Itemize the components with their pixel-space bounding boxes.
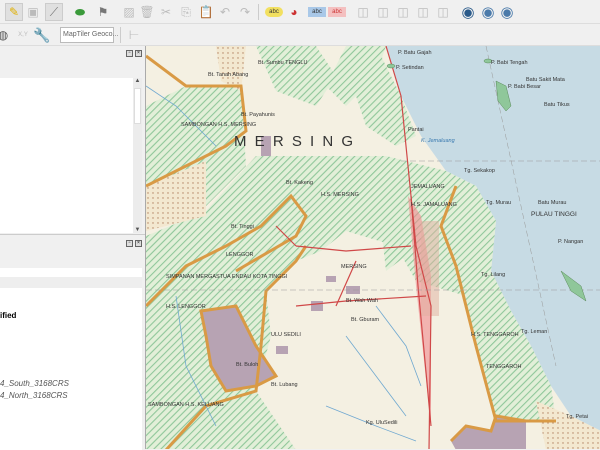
map-label: Bt. Buloh bbox=[236, 362, 258, 368]
browser-tree[interactable] bbox=[0, 78, 133, 233]
separator bbox=[120, 27, 121, 43]
label-tool-3-icon[interactable]: ◫ bbox=[394, 3, 412, 21]
map-label: H.S. LENGGOR bbox=[166, 304, 206, 310]
paste-icon[interactable]: 📋 bbox=[197, 3, 215, 21]
label-abc-icon[interactable]: abc bbox=[265, 7, 283, 17]
map-label: JEMALUANG bbox=[411, 184, 445, 190]
pan-tool-icon[interactable]: ⊢ bbox=[125, 26, 143, 44]
map-label: SAMBONGAN H.S. KELUANG bbox=[148, 402, 224, 408]
digitize-line-icon[interactable]: ⟋ bbox=[45, 3, 63, 21]
map-label: ULU SEDILI bbox=[271, 332, 301, 338]
map-label: Tg. Leman bbox=[521, 329, 547, 335]
geocoder-search-input[interactable]: MapTiler Geoco... bbox=[60, 27, 118, 43]
wrench-icon[interactable]: 🔧 bbox=[33, 26, 51, 44]
map-label: Bt. Lubang bbox=[271, 382, 298, 388]
map-label: Bt. Payahunis bbox=[241, 112, 275, 118]
map-label: P. Setindan bbox=[396, 65, 424, 71]
map-label: Bt. Wah Wah bbox=[346, 298, 378, 304]
globe-add-icon[interactable]: ◉ bbox=[479, 3, 497, 21]
close-panel-button[interactable]: × bbox=[135, 240, 142, 247]
map-label: Tg. Murau bbox=[486, 200, 511, 206]
map-label: Tg. Lilang bbox=[481, 272, 505, 278]
browser-scrollbar[interactable]: ▲ ▼ bbox=[133, 78, 142, 233]
layer-item[interactable]: 4_South_3168CRS bbox=[0, 379, 69, 388]
map-label: P. Babi Tengah bbox=[491, 60, 528, 66]
map-label: Bt. Gburam bbox=[351, 317, 380, 323]
map-label: M E R S I N G bbox=[234, 133, 355, 150]
redo-icon[interactable]: ↷ bbox=[236, 3, 254, 21]
map-canvas[interactable]: M E R S I N G Bt. Sumbu TENGLU Bt. Tanah… bbox=[145, 46, 600, 449]
separator bbox=[258, 4, 259, 20]
float-panel-button[interactable]: ▫ bbox=[126, 240, 133, 247]
cut-icon[interactable]: ✂ bbox=[157, 3, 175, 21]
layers-header-row bbox=[0, 277, 142, 288]
label-tool-4-icon[interactable]: ◫ bbox=[414, 3, 432, 21]
label-tool-5-icon[interactable]: ◫ bbox=[434, 3, 452, 21]
undo-icon[interactable]: ↶ bbox=[216, 3, 234, 21]
map-label: Bt. Tinggi bbox=[231, 224, 254, 230]
map-label: K. Jemaluang bbox=[421, 138, 456, 144]
globe-download-icon[interactable]: ◉ bbox=[498, 3, 516, 21]
map-label: SIMPANAN MERGASTUA ENDAU KOTA TINGGI bbox=[166, 274, 288, 280]
layers-tree[interactable]: ified 4_South_3168CRS 4_North_3168CRS bbox=[0, 268, 142, 450]
scroll-thumb[interactable] bbox=[134, 88, 141, 124]
map-label: H.S. JAMALUANG bbox=[411, 202, 457, 208]
map-label: P. Babi Besar bbox=[508, 84, 541, 90]
map-label: H.S. TENGGAROH bbox=[471, 332, 519, 338]
map-label: Batu Sakit Mata bbox=[526, 77, 566, 83]
pencil-edit-icon[interactable]: ✎ bbox=[5, 3, 23, 21]
topographic-map: M E R S I N G Bt. Sumbu TENGLU Bt. Tanah… bbox=[146, 46, 600, 449]
label-tool-1-icon[interactable]: ◫ bbox=[354, 3, 372, 21]
map-label: Bt. Kakeng bbox=[286, 180, 313, 186]
scroll-up-arrow[interactable]: ▲ bbox=[133, 78, 142, 84]
globe-binoculars-icon[interactable]: ◉ bbox=[459, 3, 477, 21]
map-label: PULAU TINGGI bbox=[531, 211, 577, 218]
map-label: Pantai bbox=[408, 127, 424, 133]
map-label: Bt. Tanah Abang bbox=[208, 72, 248, 78]
copy-icon[interactable]: ⎘ bbox=[177, 3, 195, 21]
plugins-toolbar: ◍ X,Y 🔧 MapTiler Geoco... ⊢ bbox=[0, 24, 600, 46]
label-tool-2-icon[interactable]: ◫ bbox=[374, 3, 392, 21]
diagram-icon[interactable]: ◕ bbox=[285, 3, 303, 21]
map-label: SAMBONGAN H.S. MERSING bbox=[181, 122, 256, 128]
float-panel-button[interactable]: ▫ bbox=[126, 50, 133, 57]
map-label: Tg. Sekakop bbox=[464, 168, 495, 174]
save-edits-icon[interactable]: ▣ bbox=[24, 3, 42, 21]
layer-item[interactable]: 4_North_3168CRS bbox=[0, 391, 68, 400]
map-label: Tg. Petai bbox=[566, 414, 588, 420]
scroll-down-arrow[interactable]: ▼ bbox=[133, 227, 142, 233]
map-label: Kg. UluSedili bbox=[366, 420, 398, 426]
digitizing-toolbar: ✎ ▣ ⟋ ⬬ ⚑ ▨ 🗑 ✂ ⎘ 📋 ↶ ↷ abc ◕ abc abc ◫ … bbox=[0, 0, 600, 24]
browser-panel: ▫ × ▲ ▼ bbox=[0, 46, 145, 234]
map-label: P. Nangan bbox=[558, 239, 583, 245]
xy-coordinate-icon[interactable]: X,Y bbox=[14, 26, 32, 44]
hide-label-icon[interactable]: abc bbox=[328, 7, 346, 17]
layers-panel: ▫ × ified 4_South_3168CRS 4_North_3168CR… bbox=[0, 234, 145, 450]
map-label: TENGGAROH bbox=[486, 364, 521, 370]
map-label: P. Batu Gajah bbox=[398, 50, 432, 56]
map-label: Batu Tikus bbox=[544, 102, 570, 108]
map-label: Bt. Sumbu TENGLU bbox=[258, 60, 307, 66]
modify-attributes-icon[interactable]: ▨ bbox=[120, 3, 138, 21]
vertex-tool-icon[interactable]: ⚑ bbox=[94, 3, 112, 21]
add-feature-icon[interactable]: ⬬ bbox=[71, 3, 89, 21]
map-label: MERSING bbox=[341, 264, 367, 270]
globe-icon[interactable]: ◍ bbox=[0, 26, 12, 44]
map-label: H.S. MERSING bbox=[321, 192, 359, 198]
delete-icon[interactable]: 🗑 bbox=[138, 3, 156, 21]
map-label: Batu Murau bbox=[538, 200, 566, 206]
pin-label-icon[interactable]: abc bbox=[308, 7, 326, 17]
layer-group[interactable]: ified bbox=[0, 311, 16, 320]
close-panel-button[interactable]: × bbox=[135, 50, 142, 57]
map-label: LENGGOR bbox=[226, 252, 254, 258]
